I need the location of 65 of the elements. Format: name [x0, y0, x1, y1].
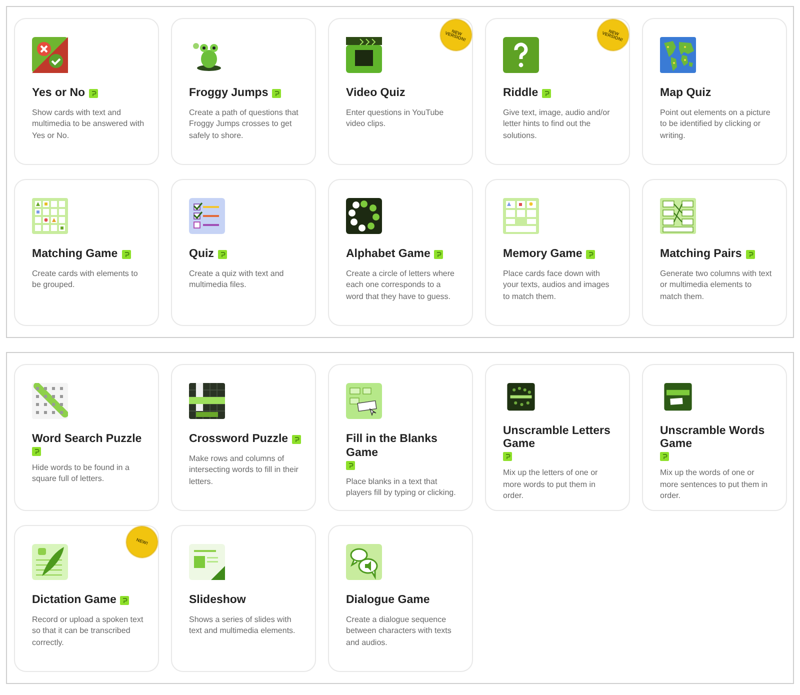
- game-title: Yes or No: [32, 87, 86, 101]
- check-cross-icon: [32, 37, 68, 73]
- game-description: Place blanks in a text that players fill by typing or clicking.: [346, 476, 457, 499]
- game-description: Create a dialogue sequence between characters with texts and audios.: [346, 614, 452, 649]
- game-card[interactable]: Quiz Create a quiz with text and multimedia files.: [171, 179, 316, 326]
- slide-icon: [189, 544, 225, 580]
- game-description: Show cards with text and multimedia to be answered with Yes or No.: [32, 106, 146, 142]
- game-description: Create a path of questions that Froggy Jumps crosses to get safely to shore.: [189, 106, 300, 142]
- card-grid-icon: [503, 198, 539, 234]
- pairs-icon: [660, 198, 696, 234]
- game-title: Dialogue Game: [346, 594, 430, 608]
- game-card[interactable]: Dialogue Game Create a dialogue sequence between characters with texts and audios.: [328, 525, 473, 672]
- game-title: Memory Game: [503, 248, 582, 262]
- game-description: Mix up the words of one or more sentences to put them in order.: [660, 467, 769, 502]
- game-card[interactable]: Slideshow Shows a series of slides with text and multimedia elements.: [171, 525, 316, 672]
- game-card[interactable]: Fill in the Blanks Game Place blanks in a text that players fill by typing or clicking.: [328, 364, 473, 511]
- game-card[interactable]: Map Quiz Point out elements on a picture to be identified by clicking or writing.: [642, 18, 787, 165]
- question-mark-icon: [503, 37, 539, 73]
- game-description: Make rows and columns of intersecting words to fill in their letters.: [189, 452, 300, 488]
- game-description: Create a quiz with text and multimedia files.: [189, 268, 285, 291]
- game-description: Point out elements on a picture to be identified by clicking or writing.: [660, 106, 772, 142]
- game-card[interactable]: Word Search Puzzle Hide words to be found in a square full of letters.: [14, 364, 159, 511]
- game-card[interactable]: Alphabet Game Create a circle of letters where each one corresponds to a word that they have to guess.: [328, 179, 473, 326]
- game-title: Crossword Puzzle: [189, 433, 288, 447]
- crossword-icon: [189, 383, 225, 419]
- world-map-icon: [660, 37, 696, 73]
- game-card[interactable]: Matching Game Create cards with elements to be grouped.: [14, 179, 159, 326]
- game-card[interactable]: Matching Pairs Generate two columns with text or multimedia elements to match them.: [642, 179, 787, 326]
- game-title: Unscramble Letters Game: [503, 424, 612, 452]
- game-description: Create cards with elements to be grouped.: [32, 268, 139, 291]
- game-title: Riddle: [503, 87, 538, 101]
- game-title: Matching Game: [32, 248, 118, 262]
- game-title: Video Quiz: [346, 87, 406, 101]
- game-title: Alphabet Game: [346, 248, 430, 262]
- game-description: Give text, image, audio and/or letter hints to find out the solutions.: [503, 106, 611, 142]
- clapperboard-icon: [346, 37, 382, 73]
- game-title: Matching Pairs: [660, 248, 742, 262]
- game-title: Quiz: [189, 248, 214, 262]
- game-description: Mix up the letters of one or more words to put them in order.: [503, 467, 599, 502]
- game-description: Record or upload a spoken text so that it can be transcribed correctly.: [32, 614, 144, 649]
- game-title: Unscramble Words Game: [660, 424, 766, 452]
- game-card[interactable]: Crossword Puzzle Make rows and columns of intersecting words to fill in their letters.: [171, 364, 316, 511]
- game-title: Dictation Game: [32, 594, 116, 608]
- game-description: Create a circle of letters where each one corresponds to a word that they have to guess.: [346, 268, 456, 303]
- checklist-icon: [189, 198, 225, 234]
- game-card[interactable]: Yes or No Show cards with text and multimedia to be answered with Yes or No.: [14, 18, 159, 165]
- game-description: Hide words to be found in a square full of letters.: [32, 462, 130, 485]
- game-title: Word Search Puzzle: [32, 433, 142, 447]
- game-card[interactable]: Unscramble Letters Game Mix up the letters of one or more words to put them in order.: [485, 364, 630, 511]
- game-title: Map Quiz: [660, 87, 712, 101]
- game-description: Place cards face down with your texts, audios and images to match them.: [503, 268, 610, 303]
- word-grid-icon: [32, 383, 68, 419]
- game-card[interactable]: Froggy Jumps Create a path of questions that Froggy Jumps crosses to get safely to shore.: [171, 18, 316, 165]
- game-description: Enter questions in YouTube video clips.: [346, 106, 445, 130]
- speech-bubbles-icon: [346, 544, 382, 580]
- game-card[interactable]: Unscramble Words Game Mix up the words of one or more sentences to put them in order.: [642, 364, 787, 511]
- shape-grid-icon: [32, 198, 68, 234]
- game-title: Slideshow: [189, 594, 246, 608]
- game-card[interactable]: Memory Game Place cards face down with your texts, audios and images to match them.: [485, 179, 630, 326]
- game-title: Fill in the Blanks Game: [346, 433, 438, 461]
- game-title: Froggy Jumps: [189, 87, 268, 101]
- game-description: Generate two columns with text or multimedia elements to match them.: [660, 268, 773, 303]
- game-description: Shows a series of slides with text and multimedia elements.: [189, 614, 296, 637]
- quill-icon: [32, 544, 68, 580]
- word-cards-icon: [346, 383, 382, 419]
